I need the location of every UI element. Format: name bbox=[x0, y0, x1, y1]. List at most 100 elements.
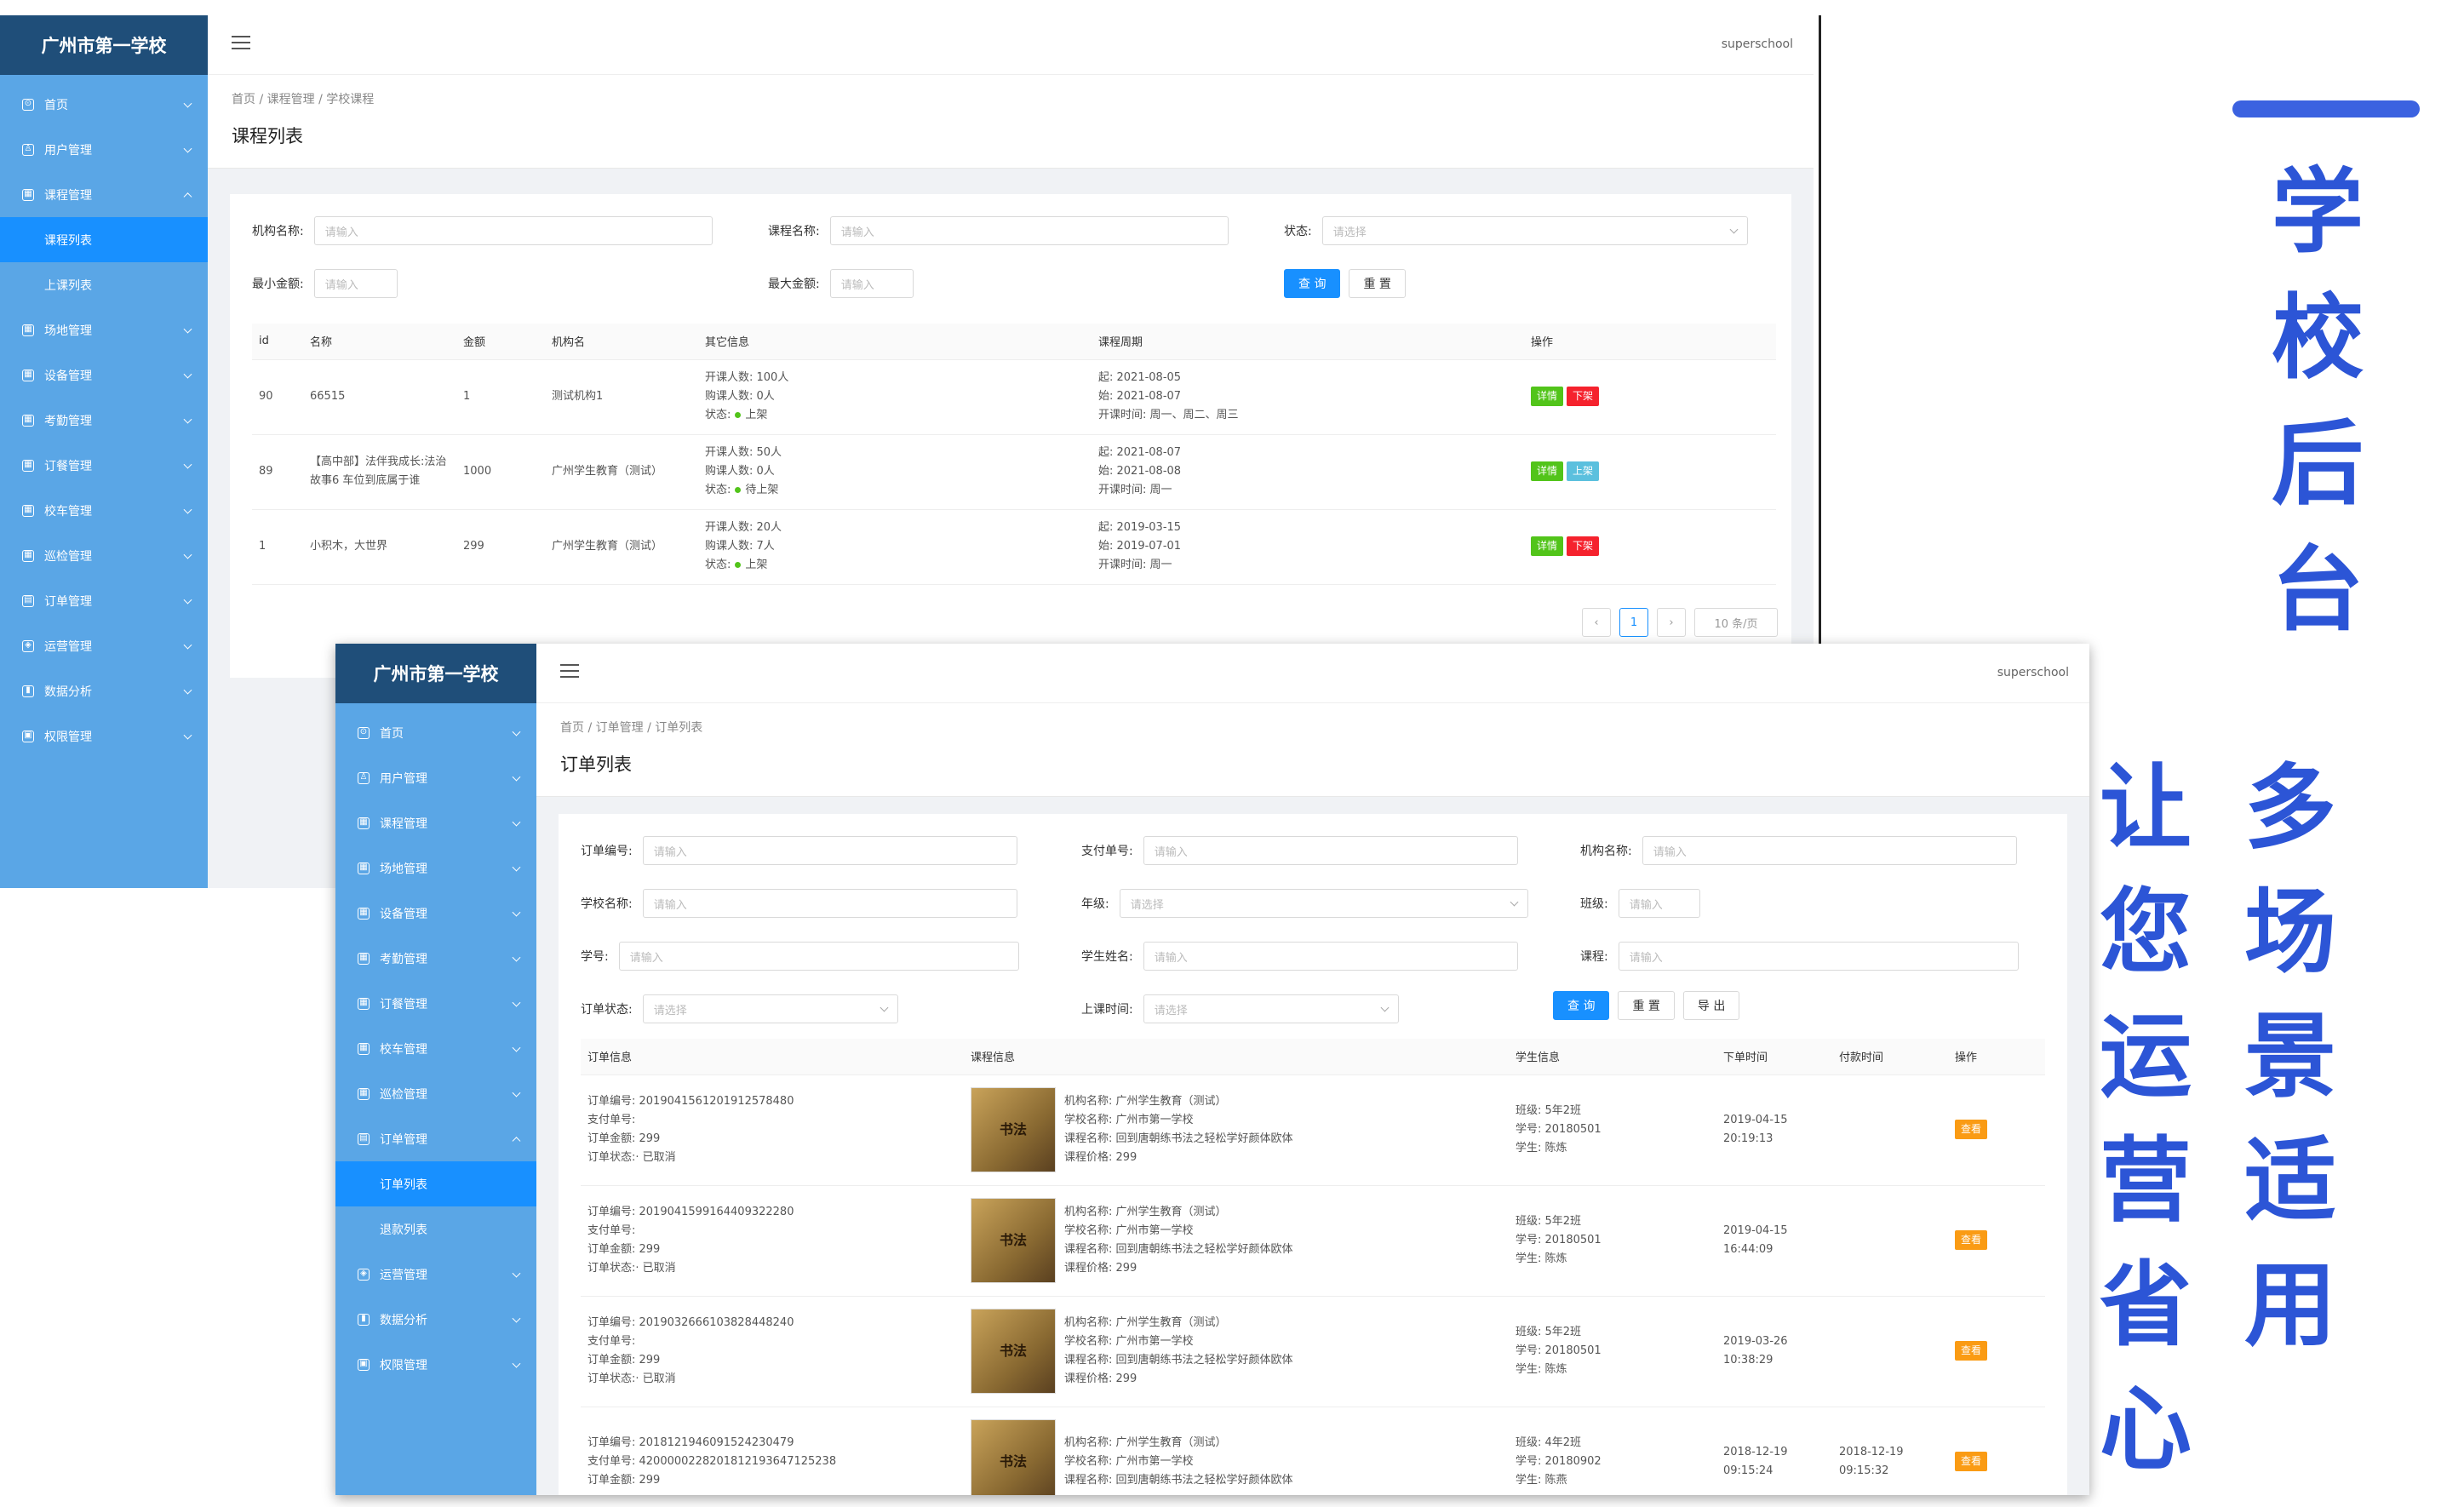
sidebar-item[interactable]: ♙ 用户管理 bbox=[0, 127, 208, 172]
sidebar-subitem[interactable]: 课程列表 bbox=[0, 217, 208, 262]
sidebar-item-label: 校车管理 bbox=[44, 504, 92, 519]
sidebar-item[interactable]: ◈ 运营管理 bbox=[335, 1252, 536, 1297]
chevron-down-icon bbox=[512, 727, 521, 736]
sidebar-item-label: 场地管理 bbox=[380, 862, 427, 876]
info-line: 订单编号: 20190415991644093222​80 bbox=[587, 1205, 794, 1218]
sidebar-item[interactable]: ▦ 巡检管理 bbox=[0, 533, 208, 578]
sidebar-item[interactable]: ▣ 权限管理 bbox=[0, 713, 208, 759]
course-line: 机构名称: 广州学生教育（测试） bbox=[1064, 1094, 1227, 1108]
filter-input[interactable]: 请输入 bbox=[1143, 942, 1518, 971]
filter-label: 年级: bbox=[1081, 897, 1109, 911]
filter-select[interactable]: 请选择 bbox=[1119, 889, 1528, 918]
sidebar-item-label: 巡检管理 bbox=[380, 1087, 427, 1102]
status-text: 上架 bbox=[745, 559, 768, 572]
status-select[interactable]: 请选择 bbox=[1321, 216, 1748, 245]
view-button[interactable]: 查看 bbox=[1955, 1452, 1988, 1471]
menu-toggle-icon[interactable] bbox=[232, 36, 250, 53]
period-line: 始: 2021-08-08 bbox=[1098, 464, 1182, 478]
sidebar-item[interactable]: ⊙ 首页 bbox=[335, 710, 536, 755]
sidebar-subitem[interactable]: 退款列表 bbox=[335, 1206, 536, 1252]
menu-icon: ▦ bbox=[358, 952, 370, 965]
detail-button[interactable]: 详情 bbox=[1531, 461, 1564, 481]
toggle-shelf-button[interactable]: 下架 bbox=[1567, 387, 1600, 406]
view-button[interactable]: 查看 bbox=[1955, 1120, 1988, 1139]
period-line: 始: 2021-08-07 bbox=[1098, 389, 1182, 403]
course-thumbnail: 书法 bbox=[971, 1198, 1056, 1283]
query-button[interactable]: 查 询 bbox=[1553, 991, 1610, 1020]
student-line: 学生: 陈炼 bbox=[1516, 1142, 1567, 1155]
detail-button[interactable]: 详情 bbox=[1531, 536, 1564, 556]
sidebar-item[interactable]: ⊙ 首页 bbox=[0, 82, 208, 127]
page-title: 课程列表 bbox=[232, 126, 303, 146]
toggle-shelf-button[interactable]: 下架 bbox=[1567, 536, 1600, 556]
reset-button[interactable]: 重 置 bbox=[1349, 269, 1406, 298]
view-button[interactable]: 查看 bbox=[1955, 1341, 1988, 1361]
chevron-down-icon bbox=[183, 370, 192, 379]
org-input[interactable]: 请输入 bbox=[313, 216, 713, 245]
detail-button[interactable]: 详情 bbox=[1531, 387, 1564, 406]
user-name[interactable]: superschool bbox=[1722, 37, 1793, 51]
menu-icon: ♙ bbox=[22, 143, 34, 156]
course-line: 课程名称: 回到唐朝练书法之轻松学好颜体欧体 bbox=[1064, 1354, 1293, 1367]
export-button[interactable]: 导 出 bbox=[1682, 991, 1740, 1020]
sidebar-item[interactable]: ▦ 课程管理 bbox=[335, 800, 536, 845]
filter-input[interactable]: 请输入 bbox=[1143, 836, 1518, 865]
reset-button[interactable]: 重 置 bbox=[1618, 991, 1675, 1020]
page-size-select[interactable]: 10 条/页 bbox=[1694, 608, 1778, 637]
query-button[interactable]: 查 询 bbox=[1284, 269, 1341, 298]
cell-action: 查看 bbox=[1948, 1407, 2045, 1495]
prev-page-button[interactable]: ‹ bbox=[1582, 608, 1611, 637]
sidebar-item[interactable]: ▦ 场地管理 bbox=[335, 845, 536, 891]
sidebar-item[interactable]: ▦ 设备管理 bbox=[0, 352, 208, 398]
filter-select[interactable]: 请选择 bbox=[642, 994, 898, 1023]
max-amount-input[interactable]: 请输入 bbox=[829, 269, 914, 298]
toggle-shelf-button[interactable]: 上架 bbox=[1567, 461, 1600, 481]
sidebar-item[interactable]: ▦ 考勤管理 bbox=[0, 398, 208, 443]
sidebar-item[interactable]: ▤ 订单管理 bbox=[0, 578, 208, 623]
chevron-down-icon bbox=[512, 998, 521, 1007]
headline-char: 省 bbox=[2100, 1252, 2192, 1359]
sidebar-item[interactable]: ▦ 设备管理 bbox=[335, 891, 536, 936]
info-line: 订单状态:· 已取消 bbox=[587, 1372, 676, 1386]
cell-name: 【高中部】法伴我成长:法治故事6 车位到底属于谁 bbox=[303, 434, 456, 510]
sidebar-item[interactable]: ▮ 数据分析 bbox=[335, 1297, 536, 1342]
sidebar-item[interactable]: ▦ 校车管理 bbox=[0, 488, 208, 533]
filter-input[interactable]: 请输入 bbox=[1618, 942, 2019, 971]
sidebar-item-label: 课程管理 bbox=[380, 817, 427, 831]
page-1-button[interactable]: 1 bbox=[1619, 608, 1648, 637]
course-name-input[interactable]: 请输入 bbox=[829, 216, 1229, 245]
sidebar-item[interactable]: ▦ 订餐管理 bbox=[335, 981, 536, 1026]
menu-icon: ▤ bbox=[358, 1132, 370, 1145]
filter-input[interactable]: 请输入 bbox=[642, 889, 1017, 918]
sidebar-item[interactable]: ▤ 订单管理 bbox=[335, 1116, 536, 1161]
view-button[interactable]: 查看 bbox=[1955, 1230, 1988, 1250]
filter-input[interactable]: 请输入 bbox=[618, 942, 1019, 971]
min-amount-input[interactable]: 请输入 bbox=[313, 269, 398, 298]
filter-input[interactable]: 请输入 bbox=[1618, 889, 1700, 918]
menu-toggle-icon[interactable] bbox=[560, 664, 579, 681]
sidebar-item[interactable]: ▣ 权限管理 bbox=[335, 1342, 536, 1387]
filter-input[interactable]: 请输入 bbox=[1642, 836, 2017, 865]
sidebar-item-label: 运营管理 bbox=[380, 1268, 427, 1282]
filter-input[interactable]: 请输入 bbox=[642, 836, 1017, 865]
student-line: 学号: 20180501 bbox=[1516, 1233, 1602, 1246]
sidebar-subitem[interactable]: 订单列表 bbox=[335, 1161, 536, 1206]
sidebar-item[interactable]: ▦ 校车管理 bbox=[335, 1026, 536, 1071]
sidebar-item[interactable]: ◈ 运营管理 bbox=[0, 623, 208, 668]
sidebar-item[interactable]: ▦ 订餐管理 bbox=[0, 443, 208, 488]
next-page-button[interactable]: › bbox=[1657, 608, 1686, 637]
sidebar-item[interactable]: ▦ 巡检管理 bbox=[335, 1071, 536, 1116]
sidebar-item[interactable]: ♙ 用户管理 bbox=[335, 755, 536, 800]
sidebar-item[interactable]: ▦ 场地管理 bbox=[0, 307, 208, 352]
sidebar-item[interactable]: ▦ 考勤管理 bbox=[335, 936, 536, 981]
sidebar-subitem[interactable]: 上课列表 bbox=[0, 262, 208, 307]
sidebar-item[interactable]: ▮ 数据分析 bbox=[0, 668, 208, 713]
user-name[interactable]: superschool bbox=[1997, 666, 2069, 679]
filter-select[interactable]: 请选择 bbox=[1143, 994, 1399, 1023]
chevron-down-icon bbox=[512, 953, 521, 962]
period-line: 起: 2021-08-07 bbox=[1098, 445, 1182, 459]
sidebar-item[interactable]: ▦ 课程管理 bbox=[0, 172, 208, 217]
filter-label: 课程: bbox=[1580, 950, 1608, 964]
cell-actions: 详情 上架 bbox=[1524, 434, 1776, 510]
menu-icon: ▣ bbox=[22, 730, 34, 742]
